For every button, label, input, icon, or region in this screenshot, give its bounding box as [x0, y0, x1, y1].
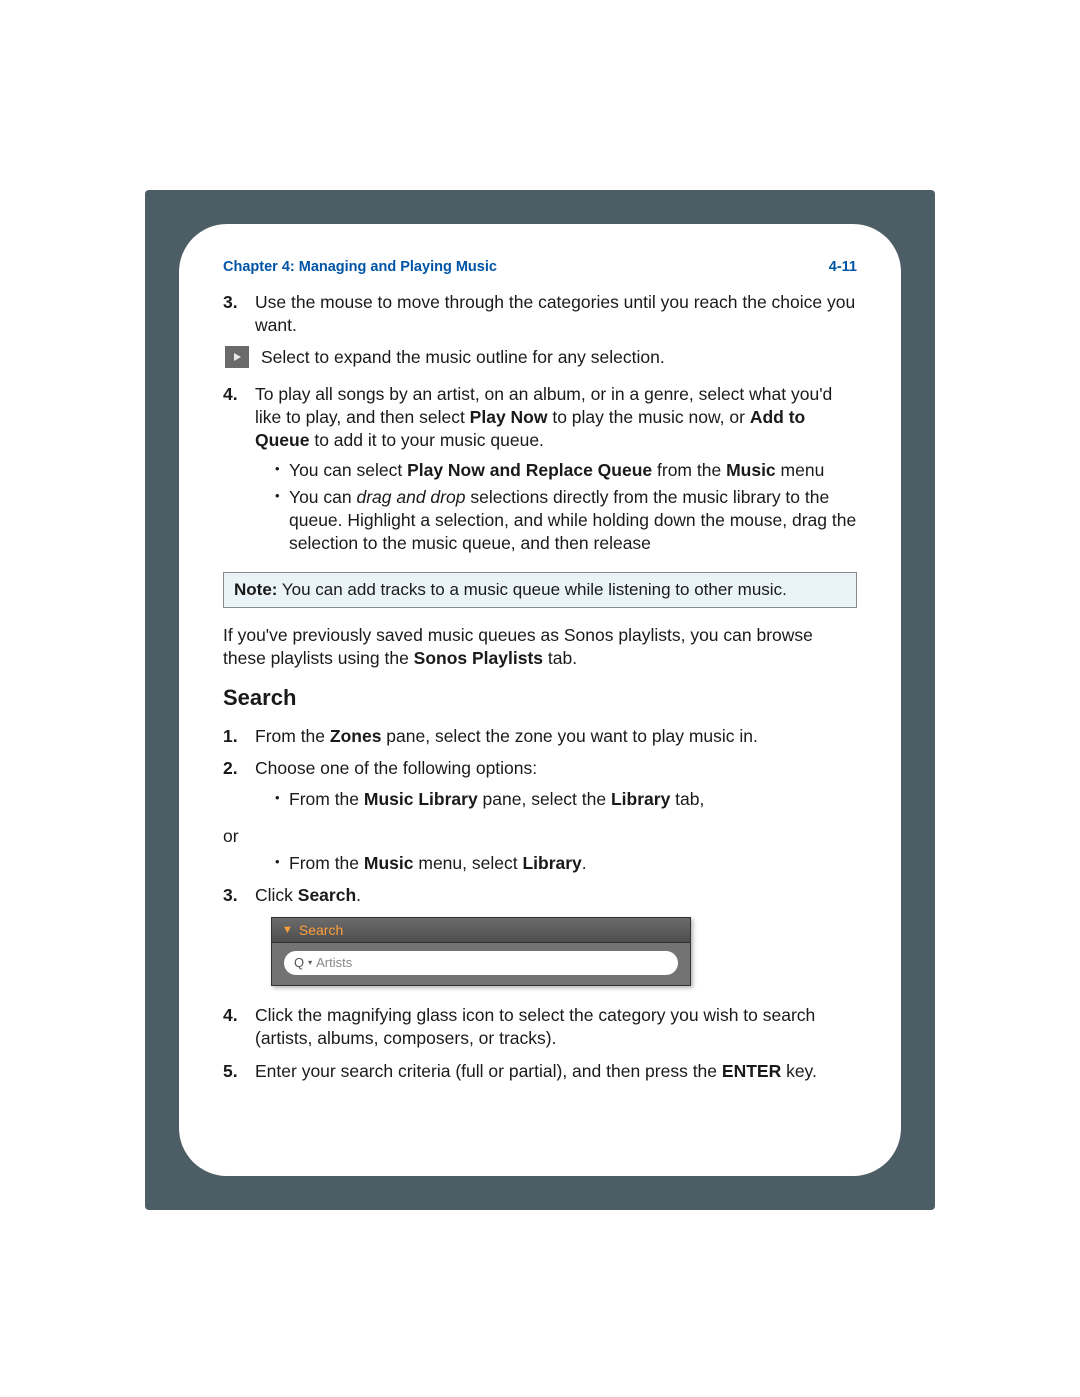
search-step-5: 5. Enter your search criteria (full or p…	[223, 1060, 857, 1083]
bullet-1: • You can select Play Now and Replace Qu…	[275, 459, 857, 482]
chapter-title: Chapter 4: Managing and Playing Music	[223, 258, 497, 277]
step-3: 3. Use the mouse to move through the cat…	[223, 291, 857, 337]
expand-hint-text: Select to expand the music outline for a…	[261, 346, 665, 369]
search-panel-header: ▼ Search	[272, 918, 690, 943]
bullet-dot: •	[275, 788, 289, 811]
bullet-2: • You can drag and drop selections direc…	[275, 486, 857, 554]
step-body: Choose one of the following options: • F…	[255, 757, 857, 815]
step-number: 2.	[223, 757, 255, 815]
option-1: • From the Music Library pane, select th…	[275, 788, 857, 811]
or-divider: or	[223, 825, 857, 848]
step-number: 3.	[223, 884, 255, 907]
step-number: 1.	[223, 725, 255, 748]
expand-hint-row: Select to expand the music outline for a…	[223, 346, 857, 369]
playlists-paragraph: If you've previously saved music queues …	[223, 624, 857, 670]
document-frame: Chapter 4: Managing and Playing Music 4-…	[145, 190, 935, 1210]
step-number: 3.	[223, 291, 255, 337]
text: to play the music now, or	[547, 407, 749, 427]
search-step-1: 1. From the Zones pane, select the zone …	[223, 725, 857, 748]
bullet-text: From the Music menu, select Library.	[289, 852, 857, 875]
search-heading: Search	[223, 684, 857, 713]
bullet-text: You can select Play Now and Replace Queu…	[289, 459, 857, 482]
search-placeholder: Artists	[316, 955, 352, 972]
search-step-2: 2. Choose one of the following options: …	[223, 757, 857, 815]
search-panel-title: Search	[299, 921, 343, 939]
bullet-dot: •	[275, 459, 289, 482]
triangle-down-icon: ▼	[282, 923, 293, 937]
page-header: Chapter 4: Managing and Playing Music 4-…	[223, 258, 857, 277]
search-panel-body: Q ▾ Artists	[272, 943, 690, 985]
text: to add it to your music queue.	[309, 430, 543, 450]
step-number: 5.	[223, 1060, 255, 1083]
note-text: You can add tracks to a music queue whil…	[277, 580, 786, 599]
dropdown-icon[interactable]: ▾	[308, 958, 312, 968]
sub-bullets: • You can select Play Now and Replace Qu…	[255, 459, 857, 554]
document-page: Chapter 4: Managing and Playing Music 4-…	[179, 224, 901, 1176]
step-body: Click Search.	[255, 884, 857, 907]
step-number: 4.	[223, 1004, 255, 1050]
bullet-text: From the Music Library pane, select the …	[289, 788, 857, 811]
sub-bullets: • From the Music menu, select Library.	[255, 852, 857, 875]
page-number: 4-11	[829, 258, 857, 277]
note-label: Note:	[234, 580, 277, 599]
bullet-dot: •	[275, 486, 289, 554]
step-4: 4. To play all songs by an artist, on an…	[223, 383, 857, 558]
magnifying-glass-icon[interactable]: Q	[294, 955, 304, 972]
search-step-4: 4. Click the magnifying glass icon to se…	[223, 1004, 857, 1050]
expand-icon	[225, 346, 249, 368]
bullet-dot: •	[275, 852, 289, 875]
bullet-text: You can drag and drop selections directl…	[289, 486, 857, 554]
step-body: From the Zones pane, select the zone you…	[255, 725, 857, 748]
step-number: 4.	[223, 383, 255, 558]
note-box: Note: You can add tracks to a music queu…	[223, 572, 857, 608]
step-body: To play all songs by an artist, on an al…	[255, 383, 857, 558]
bold: Play Now	[470, 407, 548, 427]
search-widget-screenshot: ▼ Search Q ▾ Artists	[271, 917, 691, 986]
sub-bullets: • From the Music Library pane, select th…	[255, 788, 857, 811]
option-2: • From the Music menu, select Library.	[275, 852, 857, 875]
search-step-2-cont: • From the Music menu, select Library.	[223, 852, 857, 879]
step-text: Use the mouse to move through the catego…	[255, 291, 857, 337]
search-input[interactable]: Q ▾ Artists	[284, 951, 678, 975]
search-step-3: 3. Click Search.	[223, 884, 857, 907]
step-body: Enter your search criteria (full or part…	[255, 1060, 857, 1083]
step-text: Click the magnifying glass icon to selec…	[255, 1004, 857, 1050]
